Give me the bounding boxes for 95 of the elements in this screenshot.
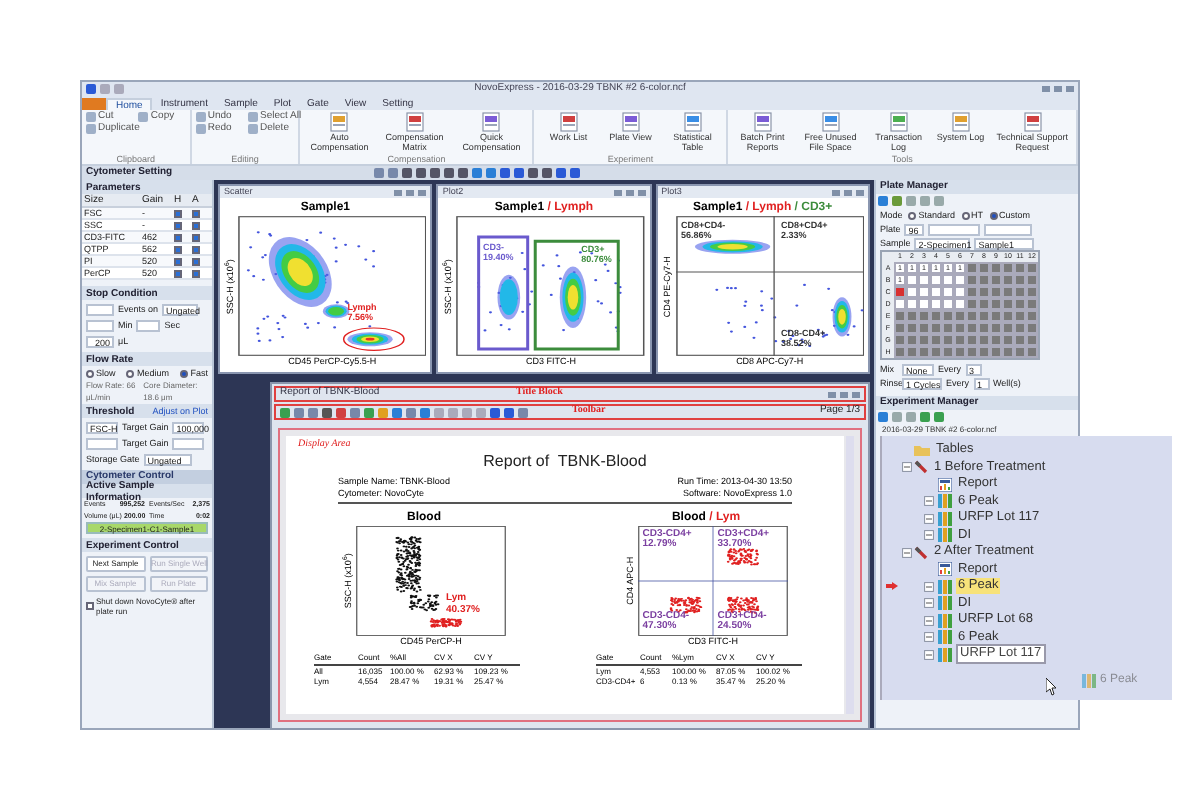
square-icon [364,407,374,417]
input-field[interactable] [86,320,114,332]
expander-icon[interactable] [924,615,934,626]
square-icon [514,168,524,178]
square-icon [490,407,500,417]
square-icon [934,196,944,206]
square-icon [114,84,124,94]
square-icon [500,168,510,178]
app-menu-button[interactable] [82,98,106,110]
square-icon [294,407,304,417]
square-icon [378,407,388,417]
input-field[interactable] [86,304,114,316]
square-icon [374,168,384,178]
square-icon [934,412,944,422]
square-icon [878,196,888,206]
square-icon [472,168,482,178]
square-icon [430,168,440,178]
square-icon [906,412,916,422]
expander-icon[interactable] [924,598,934,609]
tube-icon [914,545,928,560]
expander-icon[interactable] [924,513,934,524]
checkbox[interactable] [174,233,182,241]
arrow-icon [886,582,898,591]
checkbox[interactable] [192,257,200,265]
report-heading: Report of TBNK-Blood [483,452,647,470]
tubes-icon [1082,674,1096,688]
square-icon [570,168,580,178]
square-icon [542,168,552,178]
square-icon [86,84,96,94]
square-icon [458,168,468,178]
square-icon [878,412,888,422]
checkbox[interactable] [192,221,200,229]
square-icon [518,407,528,417]
square-icon [486,168,496,178]
checkbox[interactable] [174,257,182,265]
expander-icon[interactable] [924,530,934,541]
square-icon [322,407,332,417]
square-icon [504,407,514,417]
square-icon [906,196,916,206]
square-icon [350,407,360,417]
square-icon [406,407,416,417]
square-icon [920,196,930,206]
square-icon [920,412,930,422]
radio-button[interactable] [86,370,94,378]
radio-button[interactable] [180,370,189,378]
report-icon [938,562,952,577]
square-icon [280,407,290,417]
checkbox[interactable] [174,221,182,229]
expander-icon[interactable] [924,632,934,643]
checkbox[interactable] [174,209,182,217]
expander-icon[interactable] [924,581,934,592]
radio-button[interactable] [126,370,135,378]
square-icon [434,407,444,417]
gate-rectangle[interactable] [534,239,621,351]
square-icon [556,168,566,178]
expander-icon[interactable] [924,496,934,507]
square-icon [308,407,318,417]
checkbox[interactable] [192,245,200,253]
tube-icon [914,460,928,475]
checkbox[interactable] [174,245,182,253]
square-icon [138,112,149,122]
square-icon [420,407,430,417]
input-field[interactable] [172,438,205,450]
square-icon [416,168,426,178]
expander-icon[interactable] [902,462,912,473]
report-icon [938,477,952,492]
square-icon [388,168,398,178]
gate-rectangle[interactable] [477,235,530,351]
square-icon [444,168,454,178]
radio-button[interactable] [961,211,970,219]
checkbox[interactable] [86,602,94,610]
cursor-icon [1046,678,1062,696]
square-icon [392,407,402,417]
checkbox[interactable] [192,209,200,217]
folder-icon [914,444,930,457]
square-icon [892,412,902,422]
input-field[interactable] [136,320,161,332]
square-icon [336,407,346,417]
input-field[interactable] [928,223,981,235]
square-icon [100,84,110,94]
expander-icon[interactable] [924,649,934,660]
checkbox[interactable] [192,269,200,277]
input-field[interactable] [86,438,118,450]
square-icon [892,196,902,206]
radio-button[interactable] [908,211,917,219]
square-icon [448,407,458,417]
square-icon [528,168,538,178]
square-icon [462,407,472,417]
checkbox[interactable] [174,269,182,277]
input-field[interactable] [984,223,1033,235]
square-icon [402,168,412,178]
square-icon [476,407,486,417]
checkbox[interactable] [192,233,200,241]
expander-icon[interactable] [902,547,912,558]
radio-button[interactable] [989,211,998,219]
